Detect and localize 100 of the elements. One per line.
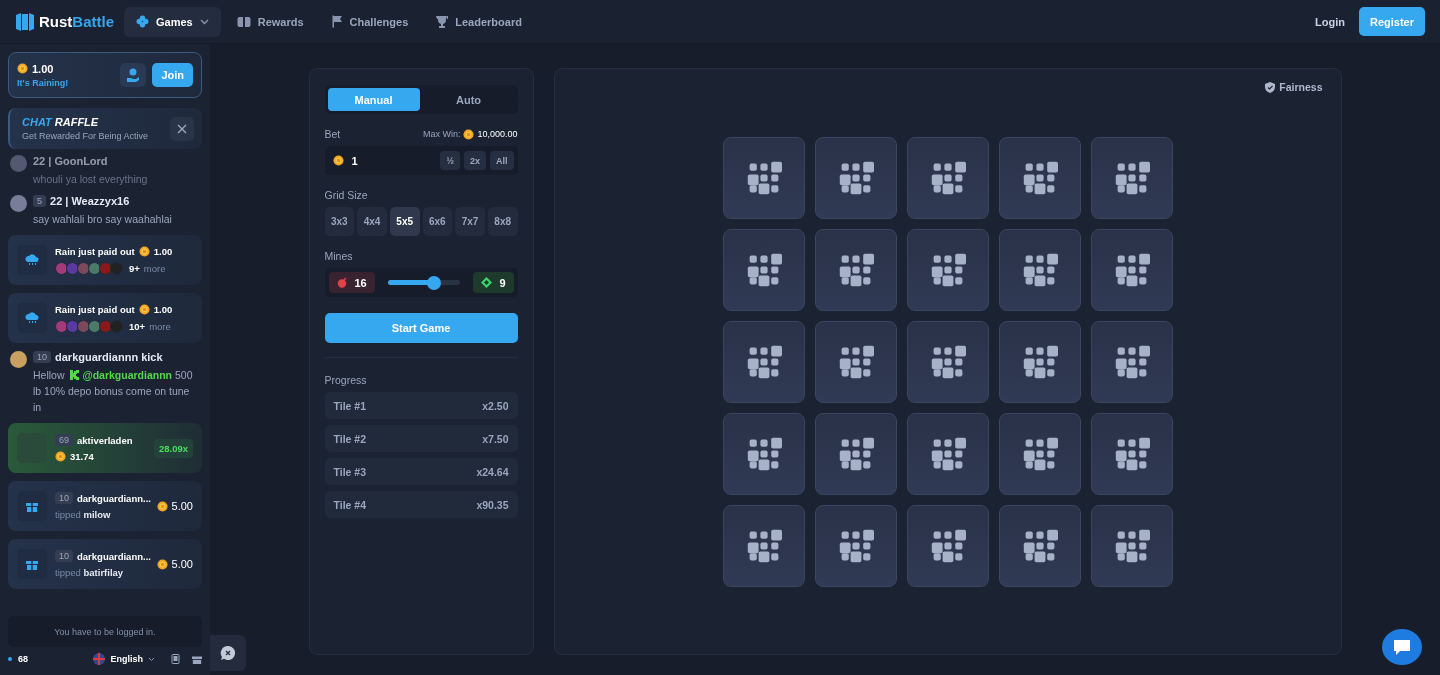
fairness-link[interactable]: Fairness xyxy=(1259,80,1329,94)
grid-size-option[interactable]: 3x3 xyxy=(324,207,355,236)
avatar xyxy=(66,319,79,333)
grid-size-option[interactable]: 8x8 xyxy=(487,207,518,236)
max-win-label: Max Win: xyxy=(422,129,461,139)
mines-label: Mines xyxy=(324,250,353,262)
username[interactable]: darkguardiann... xyxy=(77,550,151,562)
tile-label: Tile #4 xyxy=(333,498,366,511)
mine-tile[interactable] xyxy=(998,504,1081,587)
username[interactable]: darkguardiannn kick xyxy=(55,351,163,363)
dots-icon xyxy=(745,527,782,564)
gem-icon xyxy=(481,277,493,288)
coin-icon xyxy=(463,128,475,140)
close-icon[interactable] xyxy=(170,116,194,141)
mine-tile[interactable] xyxy=(998,320,1081,403)
grid-size-option[interactable]: 4x4 xyxy=(357,207,387,236)
mention-link[interactable]: @darkguardiannn xyxy=(82,369,173,381)
mine-tile[interactable] xyxy=(906,320,989,403)
mine-tile[interactable] xyxy=(1090,412,1173,495)
tip-amount: 5.00 xyxy=(171,558,193,570)
avatar xyxy=(110,261,123,275)
dots-icon xyxy=(745,251,782,288)
language-selector[interactable]: English xyxy=(87,652,161,666)
mine-tile[interactable] xyxy=(998,412,1081,495)
chat-message: Hellow @darkguardiannn 500 lb 10% depo bonus come on tune in xyxy=(33,368,194,415)
username[interactable]: 22 | GoonLord xyxy=(33,155,108,167)
username[interactable]: aktiverladen xyxy=(77,434,133,446)
mine-tile[interactable] xyxy=(722,320,805,403)
coin-icon xyxy=(55,451,66,462)
chat-widget-button[interactable] xyxy=(1382,629,1422,665)
avatar xyxy=(77,319,90,333)
book-icon[interactable] xyxy=(171,654,180,664)
mine-tile[interactable] xyxy=(906,504,989,587)
mine-tile[interactable] xyxy=(814,228,897,311)
dots-icon xyxy=(929,527,966,564)
bet-multiplier-button[interactable]: ½ xyxy=(440,151,460,170)
tile-label: Tile #2 xyxy=(333,432,366,445)
mine-tile[interactable] xyxy=(1090,320,1173,403)
username[interactable]: darkguardiann... xyxy=(77,492,151,504)
mine-tile[interactable] xyxy=(722,228,805,311)
nav-tab[interactable]: Leaderboard xyxy=(424,6,534,37)
trophy-icon xyxy=(436,15,449,28)
dots-icon xyxy=(837,159,874,196)
mine-tile[interactable] xyxy=(814,320,897,403)
avatar xyxy=(10,351,27,368)
bet-field[interactable]: 1 ½ 2x All xyxy=(324,146,518,175)
tile-multiplier: x90.35 xyxy=(476,498,509,511)
dots-icon xyxy=(745,343,782,380)
dots-icon xyxy=(1021,435,1058,472)
username[interactable]: 22 | Weazzyx16 xyxy=(50,195,130,207)
payout-title: Rain just paid out xyxy=(55,245,135,257)
more-count: 10+ xyxy=(129,320,146,332)
avatar xyxy=(55,261,68,275)
bet-multiplier-button[interactable]: All xyxy=(490,151,514,170)
mine-tile[interactable] xyxy=(998,136,1081,219)
cloud-icon xyxy=(25,254,39,266)
avatar xyxy=(66,261,79,275)
mine-tile[interactable] xyxy=(906,136,989,219)
nav-tab[interactable]: Challenges xyxy=(319,6,421,37)
avatar xyxy=(55,319,68,333)
mine-tile[interactable] xyxy=(1090,136,1173,219)
raffle-subtitle: Get Rewarded For Being Active xyxy=(22,131,150,141)
mine-tile[interactable] xyxy=(814,412,897,495)
mine-tile[interactable] xyxy=(814,136,897,219)
more-label: more xyxy=(149,320,171,332)
grid-size-option[interactable]: 5x5 xyxy=(389,207,420,236)
mine-tile[interactable] xyxy=(906,228,989,311)
login-button[interactable]: Login xyxy=(1301,7,1359,36)
dots-icon xyxy=(1021,251,1058,288)
mine-tile[interactable] xyxy=(722,136,805,219)
mine-tile[interactable] xyxy=(722,412,805,495)
mines-count-badge: 16 xyxy=(328,272,375,293)
tip-hand-icon[interactable] xyxy=(120,63,147,87)
coin-icon xyxy=(138,245,150,257)
mine-tile[interactable] xyxy=(906,412,989,495)
dots-icon xyxy=(745,435,782,472)
tile-label: Tile #3 xyxy=(333,465,366,478)
dots-icon xyxy=(837,435,874,472)
nav-tab[interactable]: Games xyxy=(124,6,221,37)
grid-size-option[interactable]: 7x7 xyxy=(455,207,485,236)
level-badge: 69 xyxy=(55,434,73,446)
mine-tile[interactable] xyxy=(814,504,897,587)
gems-count-badge: 9 xyxy=(473,272,514,293)
tip-amount: 5.00 xyxy=(171,500,193,512)
mine-tile[interactable] xyxy=(1090,228,1173,311)
nav-tab[interactable]: Rewards xyxy=(224,6,316,37)
mode-tab[interactable]: Auto xyxy=(422,88,515,111)
mine-tile[interactable] xyxy=(998,228,1081,311)
flag-icon xyxy=(331,15,343,28)
avatar xyxy=(99,319,112,333)
mine-tile[interactable] xyxy=(1090,504,1173,587)
bet-multiplier-button[interactable]: 2x xyxy=(463,151,486,170)
logo-text[interactable]: RustBattle xyxy=(39,13,115,30)
mine-tile[interactable] xyxy=(722,504,805,587)
logo-icon xyxy=(15,11,35,32)
shield-icon xyxy=(1265,81,1276,93)
grid-size-option[interactable]: 6x6 xyxy=(422,207,453,236)
chat-toggle-button[interactable] xyxy=(210,635,246,671)
dots-icon xyxy=(1113,527,1150,564)
online-count: 68 xyxy=(18,654,28,664)
